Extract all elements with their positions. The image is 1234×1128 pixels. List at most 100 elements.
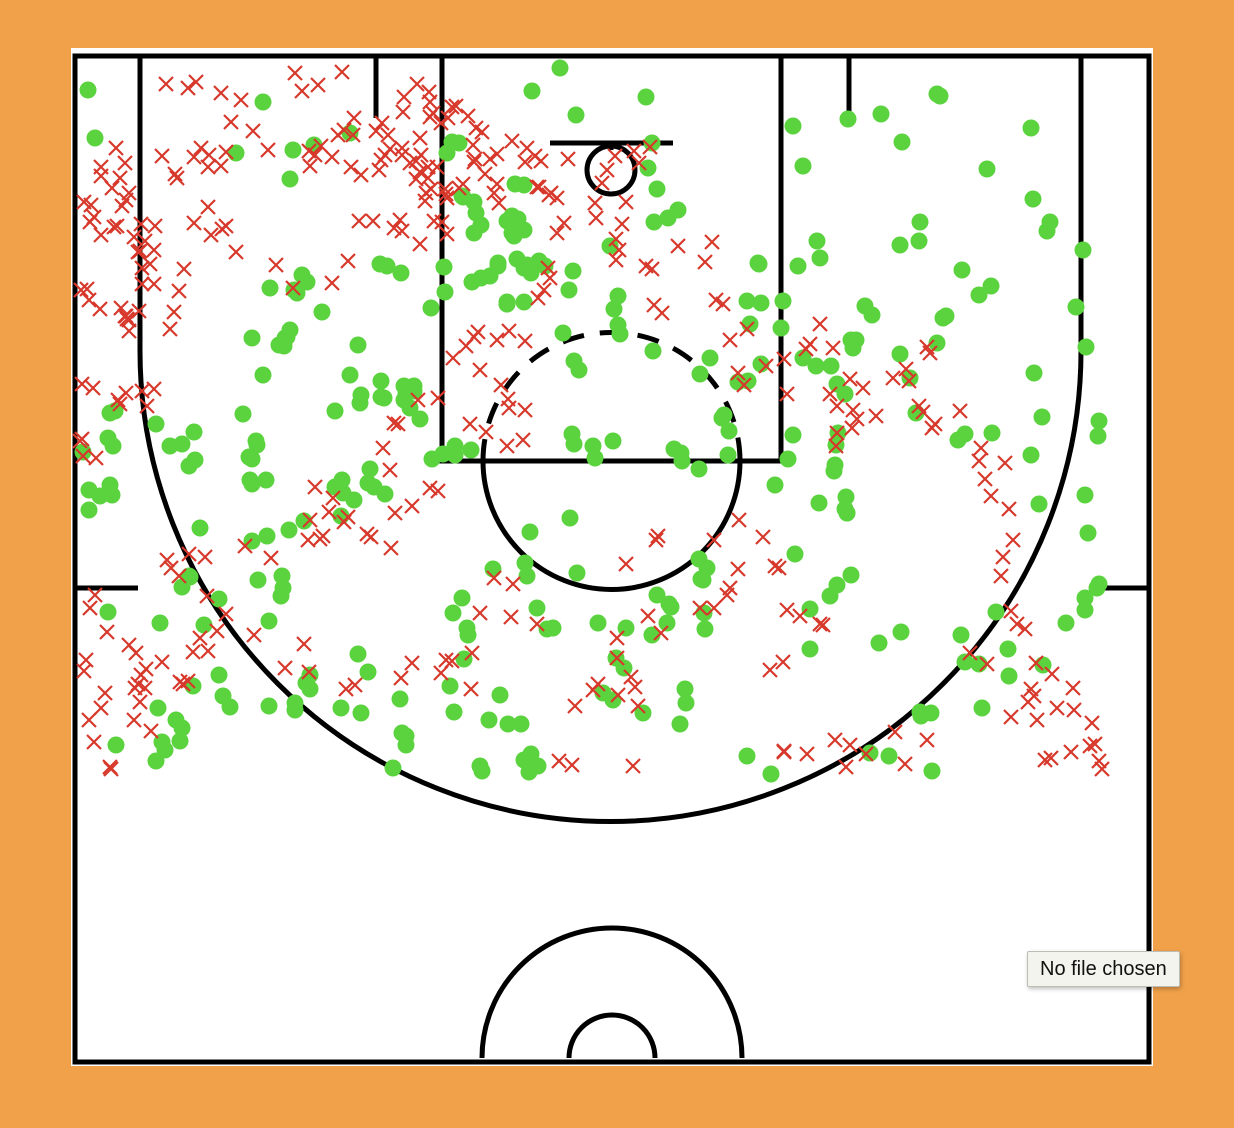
missed-shot-marker bbox=[412, 130, 428, 146]
missed-shot-marker bbox=[829, 398, 845, 414]
made-shot-marker bbox=[789, 257, 807, 275]
made-shot-marker bbox=[345, 491, 363, 509]
made-shot-marker bbox=[772, 319, 790, 337]
missed-shot-marker bbox=[213, 85, 229, 101]
missed-shot-marker bbox=[500, 391, 516, 407]
missed-shot-marker bbox=[76, 663, 92, 679]
made-shot-marker bbox=[520, 763, 538, 781]
made-shot-marker bbox=[254, 93, 272, 111]
missed-shot-marker bbox=[104, 180, 120, 196]
made-shot-marker bbox=[313, 303, 331, 321]
made-shot-marker bbox=[257, 471, 275, 489]
missed-shot-marker bbox=[103, 761, 119, 777]
missed-shot-marker bbox=[117, 155, 133, 171]
made-shot-marker bbox=[1025, 364, 1043, 382]
made-shot-marker bbox=[498, 295, 516, 313]
made-shot-marker bbox=[779, 450, 797, 468]
made-shot-marker bbox=[999, 640, 1017, 658]
missed-shot-marker bbox=[587, 195, 603, 211]
missed-shot-marker bbox=[154, 148, 170, 164]
missed-shot-marker bbox=[1020, 694, 1036, 710]
made-shot-marker bbox=[801, 640, 819, 658]
made-shot-marker bbox=[1076, 486, 1094, 504]
made-shot-marker bbox=[551, 59, 569, 77]
missed-shot-marker bbox=[412, 164, 428, 180]
made-shot-marker bbox=[349, 645, 367, 663]
made-shot-marker bbox=[696, 620, 714, 638]
center-circle-inner bbox=[566, 1012, 658, 1059]
missed-shot-marker bbox=[353, 167, 369, 183]
made-shot-marker bbox=[508, 250, 526, 268]
missed-shot-marker bbox=[346, 110, 362, 126]
made-shot-marker bbox=[80, 501, 98, 519]
made-shot-marker bbox=[515, 221, 533, 239]
made-shot-marker bbox=[1089, 427, 1107, 445]
missed-shot-marker bbox=[395, 104, 411, 120]
shot-chart bbox=[71, 48, 1153, 1066]
missed-shot-marker bbox=[296, 636, 312, 652]
missed-shot-marker bbox=[166, 304, 182, 320]
made-shot-marker bbox=[822, 357, 840, 375]
missed-shot-marker bbox=[209, 623, 225, 639]
made-shot-marker bbox=[1000, 667, 1018, 685]
missed-shot-marker bbox=[812, 316, 828, 332]
missed-shot-marker bbox=[504, 133, 520, 149]
made-shot-marker bbox=[1074, 241, 1092, 259]
missed-shot-marker bbox=[614, 216, 630, 232]
made-shot-marker bbox=[672, 444, 690, 462]
missed-shot-marker bbox=[146, 276, 162, 292]
made-shot-marker bbox=[352, 704, 370, 722]
missed-shot-marker bbox=[359, 526, 375, 542]
missed-shot-marker bbox=[93, 227, 109, 243]
made-shot-marker bbox=[1030, 495, 1048, 513]
missed-shot-marker bbox=[560, 151, 576, 167]
made-shot-marker bbox=[870, 634, 888, 652]
missed-shot-marker bbox=[1049, 700, 1065, 716]
missed-shot-marker bbox=[233, 92, 249, 108]
made-shot-marker bbox=[589, 614, 607, 632]
missed-shot-marker bbox=[1009, 616, 1025, 632]
missed-shot-marker bbox=[287, 65, 303, 81]
missed-shot-marker bbox=[294, 83, 310, 99]
missed-shot-marker bbox=[515, 432, 531, 448]
made-shot-marker bbox=[484, 560, 502, 578]
court-lines bbox=[72, 53, 1152, 1065]
missed-shot-marker bbox=[499, 438, 515, 454]
missed-shot-marker bbox=[530, 290, 546, 306]
missed-shot-marker bbox=[1017, 621, 1033, 637]
made-shot-marker bbox=[173, 719, 191, 737]
missed-shot-marker bbox=[482, 151, 498, 167]
made-shot-marker bbox=[107, 736, 125, 754]
made-shot-marker bbox=[669, 201, 687, 219]
file-tooltip: No file chosen bbox=[1027, 951, 1180, 987]
made-shot-marker bbox=[491, 686, 509, 704]
missed-shot-marker bbox=[638, 258, 654, 274]
missed-shot-marker bbox=[162, 321, 178, 337]
made-shot-marker bbox=[99, 429, 117, 447]
made-shot-marker bbox=[953, 261, 971, 279]
missed-shot-marker bbox=[478, 424, 494, 440]
missed-shot-marker bbox=[383, 540, 399, 556]
missed-shot-marker bbox=[470, 324, 486, 340]
missed-shot-marker bbox=[82, 214, 98, 230]
made-shot-marker bbox=[856, 297, 874, 315]
missed-shot-marker bbox=[176, 261, 192, 277]
made-shot-marker bbox=[891, 345, 909, 363]
missed-shot-marker bbox=[132, 694, 148, 710]
made-shot-marker bbox=[444, 604, 462, 622]
missed-shot-marker bbox=[503, 609, 519, 625]
missed-shot-marker bbox=[188, 74, 204, 90]
made-shot-marker bbox=[810, 494, 828, 512]
missed-shot-marker bbox=[128, 645, 144, 661]
missed-shot-marker bbox=[465, 137, 481, 153]
missed-shot-marker bbox=[842, 371, 858, 387]
made-shot-marker bbox=[749, 254, 767, 272]
made-shot-marker bbox=[794, 157, 812, 175]
missed-shot-marker bbox=[1044, 666, 1060, 682]
made-shot-marker bbox=[554, 324, 572, 342]
missed-shot-marker bbox=[1084, 715, 1100, 731]
missed-shot-marker bbox=[340, 253, 356, 269]
made-shot-marker bbox=[586, 449, 604, 467]
made-shot-marker bbox=[1079, 524, 1097, 542]
missed-shot-marker bbox=[1003, 603, 1019, 619]
